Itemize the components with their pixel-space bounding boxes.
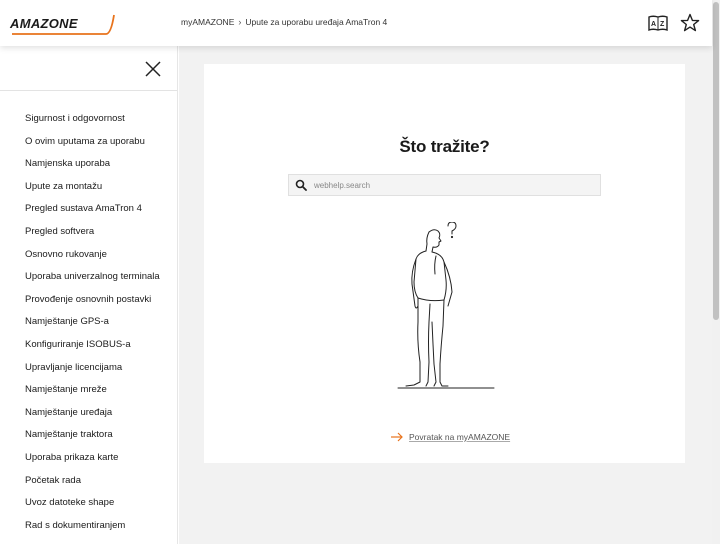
search-input[interactable] bbox=[314, 176, 594, 194]
breadcrumb-item-home[interactable]: myAMAZONE bbox=[181, 17, 234, 27]
logo-text: AMAZONE bbox=[10, 16, 78, 31]
sidebar-item[interactable]: Namještanje traktora bbox=[0, 424, 177, 447]
sidebar-item[interactable]: Pregled sustava AmaTron 4 bbox=[0, 198, 177, 221]
sidebar-item[interactable]: O ovim uputama za uporabu bbox=[0, 131, 177, 154]
breadcrumb-separator: › bbox=[238, 17, 242, 27]
arrow-right-icon bbox=[391, 432, 403, 442]
search-icon[interactable] bbox=[295, 179, 307, 191]
sidebar-item[interactable]: Početak rada bbox=[0, 470, 177, 493]
search-field[interactable] bbox=[288, 174, 601, 196]
sidebar: Sigurnost i odgovornost O ovim uputama z… bbox=[0, 46, 178, 544]
sidebar-item[interactable]: Upravljanje licencijama bbox=[0, 357, 177, 380]
sidebar-item[interactable]: Pregled softvera bbox=[0, 221, 177, 244]
top-header: AMAZONE myAMAZONE › Upute za uporabu ure… bbox=[0, 0, 712, 46]
sidebar-item[interactable]: Konfiguriranje ISOBUS-a bbox=[0, 334, 177, 357]
svg-text:A: A bbox=[651, 21, 656, 28]
sidebar-item[interactable]: Upute za montažu bbox=[0, 176, 177, 199]
sidebar-item[interactable]: Uporaba univerzalnog terminala bbox=[0, 266, 177, 289]
close-icon[interactable] bbox=[144, 60, 162, 78]
breadcrumb-item-current[interactable]: Upute za uporabu uređaja AmaTron 4 bbox=[245, 17, 387, 27]
sidebar-item[interactable]: Namještanje GPS-a bbox=[0, 311, 177, 334]
sidebar-item[interactable]: Sigurnost i odgovornost bbox=[0, 108, 177, 131]
page-scrollbar-thumb[interactable] bbox=[713, 2, 719, 320]
sidebar-item[interactable]: Provođenje osnovnih postavki bbox=[0, 289, 177, 312]
svg-text:Z: Z bbox=[660, 21, 665, 28]
az-glossary-icon[interactable]: A Z bbox=[648, 13, 668, 33]
sidebar-item[interactable]: Namještanje uređaja bbox=[0, 402, 177, 425]
thinking-man-illustration bbox=[397, 222, 495, 389]
amazone-logo[interactable]: AMAZONE bbox=[10, 12, 116, 38]
page-title: Što tražite? bbox=[399, 137, 490, 156]
breadcrumb: myAMAZONE › Upute za uporabu uređaja Ama… bbox=[181, 17, 387, 27]
back-to-myamazone-link[interactable]: Povratak na myAMAZONE bbox=[390, 432, 510, 442]
star-icon[interactable] bbox=[680, 13, 700, 33]
back-link-label: Povratak na myAMAZONE bbox=[409, 432, 511, 442]
sidebar-item[interactable]: Uporaba prikaza karte bbox=[0, 447, 177, 470]
sidebar-item[interactable]: Uvoz datoteke shape bbox=[0, 492, 177, 515]
sidebar-nav: Sigurnost i odgovornost O ovim uputama z… bbox=[0, 91, 177, 537]
search-card: Što tražite? webhelp.search Povratak na … bbox=[204, 64, 685, 463]
sidebar-item[interactable]: Namještanje mreže bbox=[0, 379, 177, 402]
sidebar-item[interactable]: Osnovno rukovanje bbox=[0, 244, 177, 267]
sidebar-header bbox=[0, 46, 177, 91]
sidebar-item[interactable]: Rad s dokumentiranjem bbox=[0, 515, 177, 538]
sidebar-item[interactable]: Namjenska uporaba bbox=[0, 153, 177, 176]
